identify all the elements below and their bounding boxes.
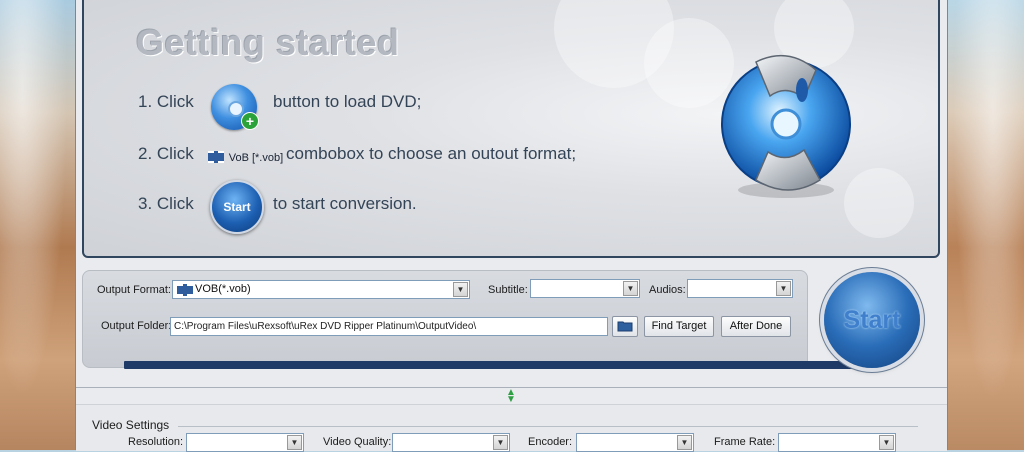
dropdown-arrow-icon[interactable]: ▼ [879,435,894,450]
step-1-suffix: button to load DVD; [273,92,422,111]
browse-folder-button[interactable] [612,316,638,337]
progress-bar [124,361,856,369]
dropdown-arrow-icon[interactable]: ▼ [623,281,638,296]
video-settings-panel: Video Settings Resolution: ▼ Video Quali… [76,404,947,452]
film-format-icon [177,284,193,296]
start-button[interactable]: Start [824,272,920,368]
output-folder-field[interactable]: C:\Program Files\uRexsoft\uRex DVD Rippe… [170,317,608,336]
format-sample: VoB [*.vob] [208,146,283,166]
desktop-left [0,0,75,450]
add-icon: + [241,112,259,130]
desktop-right [946,0,1024,450]
resolution-combobox[interactable]: ▼ [186,433,304,452]
audios-label: Audios: [649,284,686,296]
step-3-prefix: 3. Click [138,194,194,213]
step-3-suffix: to start conversion. [273,194,417,213]
video-settings-separator [178,426,918,427]
output-format-label: Output Format: [97,284,171,296]
output-folder-label: Output Folder: [101,320,172,332]
start-icon: Start [210,180,264,234]
after-done-button[interactable]: After Done [721,316,791,337]
subtitle-combobox[interactable]: ▼ [530,279,640,298]
welcome-title: Getting started [136,22,400,63]
folder-icon [617,321,633,332]
encoder-combobox[interactable]: ▼ [576,433,694,452]
dropdown-arrow-icon[interactable]: ▼ [287,435,302,450]
encoder-label: Encoder: [528,436,573,448]
output-controls-panel: Output Format: VOB(*.vob) ▼ Subtitle: ▼ … [82,270,808,368]
step-2-suffix: combobox to choose an outout format; [286,144,577,163]
app-window: Getting started 1. Click + button to loa… [75,0,948,452]
dropdown-arrow-icon[interactable]: ▼ [493,435,508,450]
video-quality-combobox[interactable]: ▼ [392,433,510,452]
step-2-prefix: 2. Click [138,144,194,163]
dropdown-arrow-icon[interactable]: ▼ [677,435,692,450]
frame-rate-label: Frame Rate: [714,436,776,448]
video-settings-title: Video Settings [92,418,170,432]
video-quality-label: Video Quality: [323,436,392,448]
find-target-button[interactable]: Find Target [644,316,714,337]
dropdown-arrow-icon[interactable]: ▼ [453,282,468,297]
frame-rate-combobox[interactable]: ▼ [778,433,896,452]
resolution-label: Resolution: [128,436,184,448]
dropdown-arrow-icon[interactable]: ▼ [776,281,791,296]
dvd-disc-logo [721,54,851,198]
getting-started-panel: Getting started 1. Click + button to loa… [82,0,940,258]
audios-combobox[interactable]: ▼ [687,279,793,298]
step-1-prefix: 1. Click [138,92,194,111]
output-format-combobox[interactable]: VOB(*.vob) ▼ [172,280,470,299]
subtitle-label: Subtitle: [488,284,528,296]
splitter-arrow-icon[interactable]: ▲ ▼ [506,388,516,405]
film-format-icon [208,150,224,163]
